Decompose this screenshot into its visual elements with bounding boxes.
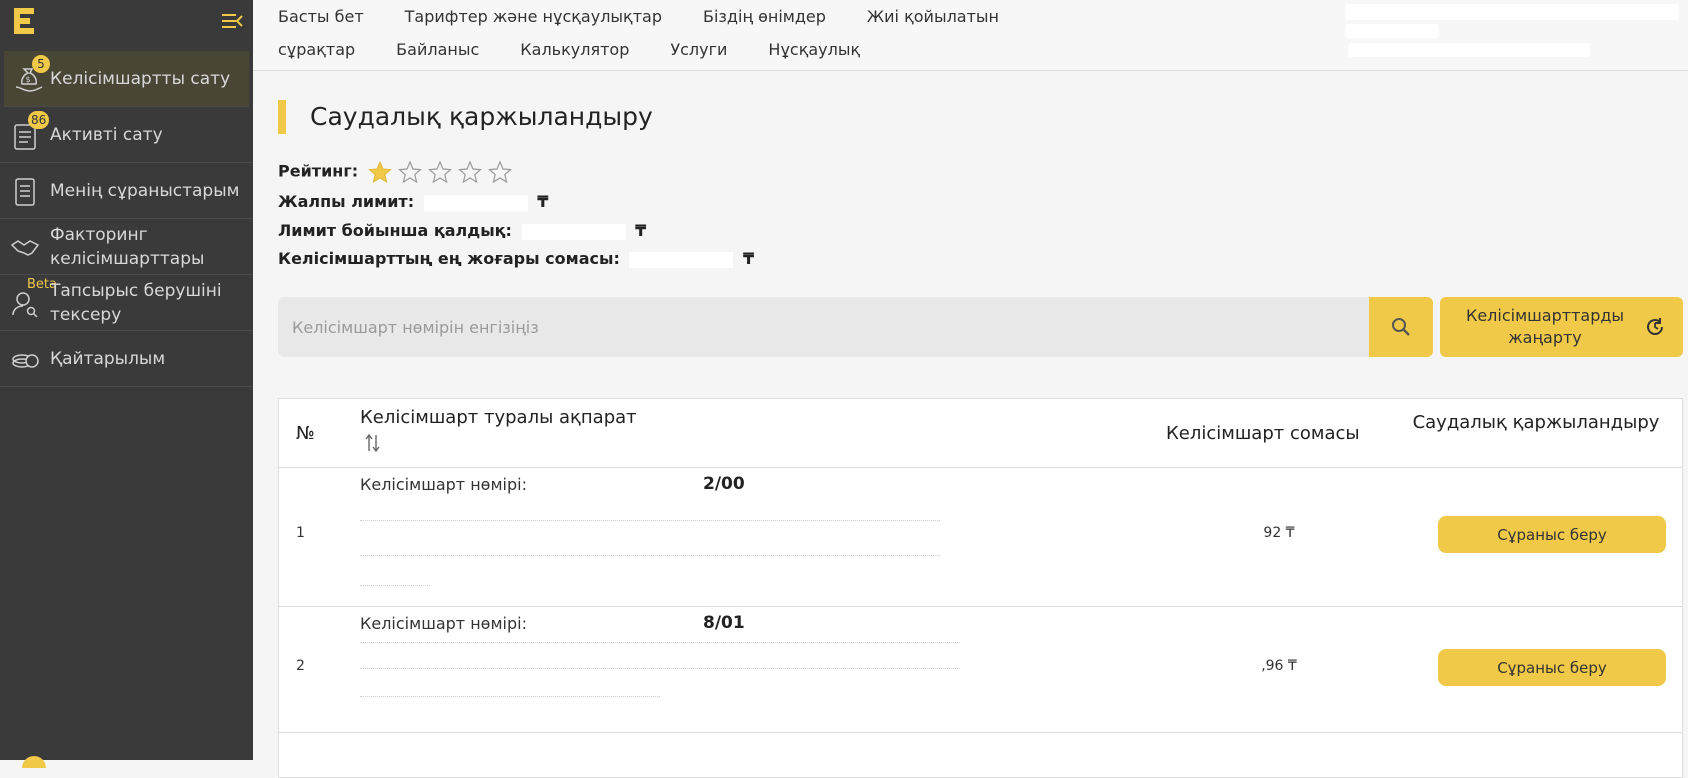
top-navigation: Басты бет Тарифтер және нұсқаулықтар Біз… (253, 0, 1688, 71)
contract-number-label: Келісімшарт нөмірі: (360, 475, 527, 494)
remaining-limit-line: Лимит бойынша қалдық: ₸ (278, 221, 646, 240)
nav-faq[interactable]: Жиі қойылатын (867, 7, 999, 26)
table-header: № Келісімшарт туралы ақпарат Келісімшарт… (279, 399, 1682, 468)
currency-sign: ₸ (743, 249, 755, 268)
star-filled-icon (367, 160, 392, 184)
svg-text:$: $ (25, 75, 30, 84)
max-contract-label: Келісімшарттың ең жоғары сомасы: (278, 249, 620, 268)
sidebar-item-label: Менің сұраныстарым (50, 180, 240, 201)
nav-row-1: Басты бет Тарифтер және нұсқаулықтар Біз… (278, 7, 999, 26)
nav-home[interactable]: Басты бет (278, 7, 364, 26)
star-empty-icon (487, 160, 512, 184)
contract-amount: ,96 ₸ (1261, 658, 1297, 674)
redacted-user-info (1348, 43, 1590, 57)
sort-icon[interactable] (365, 433, 381, 453)
header-num: № (296, 423, 315, 444)
page-title: Саудалық қаржыландыру (278, 100, 653, 134)
sidebar-item-label: Тапсырыс берушіні тексеру (50, 280, 222, 325)
rating-label: Рейтинг: (278, 161, 359, 181)
redacted-text (360, 668, 960, 670)
search-button[interactable] (1369, 297, 1433, 357)
redacted-user-info (1345, 4, 1679, 20)
row-number: 1 (296, 525, 305, 541)
redacted-text (360, 642, 960, 644)
submit-request-button[interactable]: Сұраныс беру (1438, 649, 1666, 686)
sidebar-item-factoring-contracts[interactable]: Факторинг келісімшарттары (0, 219, 253, 275)
sell-contract-badge: 5 (32, 55, 50, 73)
redacted-value (423, 194, 528, 211)
sidebar-item-returns[interactable]: Қайтарылым (0, 331, 253, 387)
redacted-text (360, 696, 660, 698)
redacted-value (629, 251, 734, 268)
submit-request-button[interactable]: Сұраныс беру (1438, 516, 1666, 553)
redacted-value (521, 223, 626, 240)
header-contract-amount: Келісімшарт сомасы (1166, 423, 1360, 444)
total-limit-line: Жалпы лимит: ₸ (278, 192, 548, 211)
search-icon (1392, 318, 1410, 336)
currency-sign: ₸ (537, 192, 549, 211)
rating-line: Рейтинг: (278, 160, 512, 184)
row-number: 2 (296, 658, 305, 674)
refresh-clock-icon (1647, 318, 1663, 335)
remaining-limit-label: Лимит бойынша қалдық: (278, 221, 512, 240)
max-contract-line: Келісімшарттың ең жоғары сомасы: ₸ (278, 249, 754, 268)
redacted-text (360, 555, 940, 557)
nav-guide[interactable]: Нұсқаулық (768, 40, 860, 59)
header-contract-info: Келісімшарт туралы ақпарат (360, 407, 637, 428)
menu-collapse-icon[interactable] (222, 12, 244, 30)
sidebar-item-sell-asset[interactable]: 86 Активті сату (0, 107, 253, 163)
redacted-user-info (1345, 24, 1439, 38)
star-empty-icon (427, 160, 452, 184)
table-row: 1 Келісімшарт нөмірі: 2/00 92 ₸ Сұраныс … (279, 467, 1682, 607)
coins-icon (12, 354, 39, 368)
document-list-icon (15, 178, 35, 206)
header-trade-financing: Саудалық қаржыландыру (1412, 412, 1660, 433)
nav-contact[interactable]: Байланыс (396, 40, 479, 59)
sidebar-item-label: Қайтарылым (50, 348, 166, 369)
sidebar-menu: $ 5 Келісімшартты сату 86 Активті сату М… (0, 51, 253, 387)
redacted-text (360, 520, 940, 522)
contract-search-input[interactable] (278, 297, 1369, 357)
sidebar: $ 5 Келісімшартты сату 86 Активті сату М… (0, 0, 253, 768)
nav-products[interactable]: Біздің өнімдер (703, 7, 826, 26)
help-bubble-icon[interactable] (22, 756, 46, 768)
sell-asset-badge: 86 (28, 111, 50, 129)
contract-number-value: 8/01 (703, 613, 745, 633)
contract-amount: 92 ₸ (1263, 525, 1295, 541)
nav-services[interactable]: Услуги (670, 40, 727, 59)
sidebar-item-label: Факторинг келісімшарттары (50, 224, 205, 269)
nav-faq-cont[interactable]: сұрақтар (278, 40, 355, 59)
nav-tariffs[interactable]: Тарифтер және нұсқаулықтар (405, 7, 662, 26)
sidebar-item-sell-contract[interactable]: $ 5 Келісімшартты сату (4, 51, 249, 107)
sidebar-item-label: Келісімшартты сату (50, 68, 231, 89)
contract-number-label: Келісімшарт нөмірі: (360, 614, 527, 633)
rating-stars (367, 160, 512, 184)
sidebar-item-my-requests[interactable]: Менің сұраныстарым (0, 163, 253, 219)
star-empty-icon (397, 160, 422, 184)
nav-calculator[interactable]: Калькулятор (520, 40, 629, 59)
logo-icon[interactable] (10, 6, 36, 36)
handshake-icon (10, 240, 40, 256)
nav-row-2: сұрақтар Байланыс Калькулятор Услуги Нұс… (278, 40, 860, 59)
refresh-contracts-label: Келісімшарттарды жаңарту (1465, 306, 1625, 347)
currency-sign: ₸ (635, 221, 647, 240)
refresh-contracts-button[interactable]: Келісімшарттарды жаңарту (1440, 297, 1683, 357)
contracts-table: № Келісімшарт туралы ақпарат Келісімшарт… (278, 398, 1683, 778)
contract-number-value: 2/00 (703, 474, 745, 494)
star-empty-icon (457, 160, 482, 184)
sidebar-item-check-customer[interactable]: Beta Тапсырыс берушіні тексеру (0, 275, 253, 331)
table-row: 2 Келісімшарт нөмірі: 8/01 ,96 ₸ Сұраныс… (279, 606, 1682, 733)
redacted-text (360, 585, 430, 587)
sidebar-item-label: Активті сату (50, 124, 163, 145)
total-limit-label: Жалпы лимит: (278, 192, 415, 211)
